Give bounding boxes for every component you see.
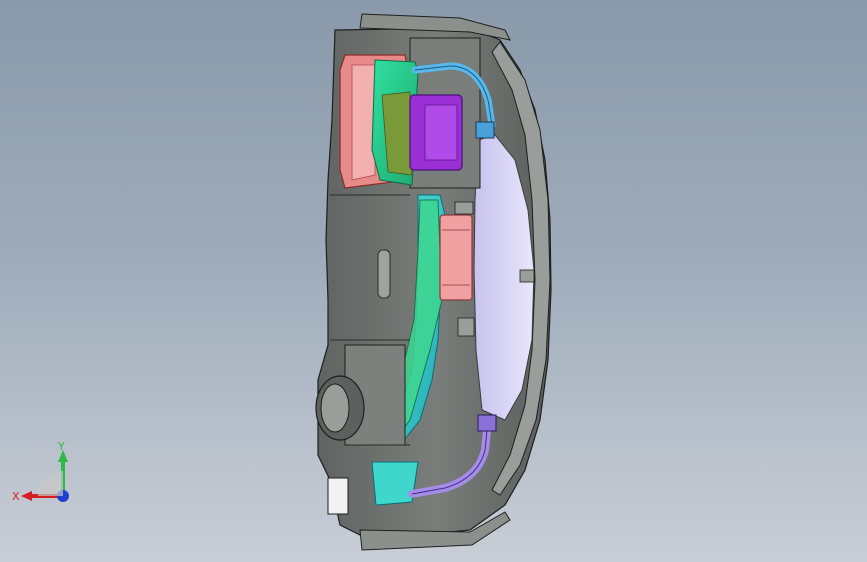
triad-plane xyxy=(38,471,63,496)
red-module-inner xyxy=(351,64,376,181)
round-component-face xyxy=(320,383,350,433)
side-clip-low xyxy=(457,317,475,337)
purple-module-inner xyxy=(424,104,458,161)
side-clip-top xyxy=(454,201,474,215)
salmon-connector[interactable] xyxy=(439,214,473,301)
blue-clip[interactable] xyxy=(475,121,495,139)
lower-cyan-block[interactable] xyxy=(371,461,419,506)
violet-clip[interactable] xyxy=(477,414,497,432)
graphics-viewport[interactable]: Y X xyxy=(0,0,867,562)
x-axis-label: X xyxy=(12,490,20,503)
small-white-block xyxy=(327,477,349,515)
coordinate-triad: Y X xyxy=(12,440,69,503)
side-clip-mid xyxy=(519,269,535,283)
x-axis-head xyxy=(21,491,32,501)
y-axis-label: Y xyxy=(57,440,65,453)
cad-model[interactable] xyxy=(0,0,867,562)
slot-detail xyxy=(377,249,391,299)
